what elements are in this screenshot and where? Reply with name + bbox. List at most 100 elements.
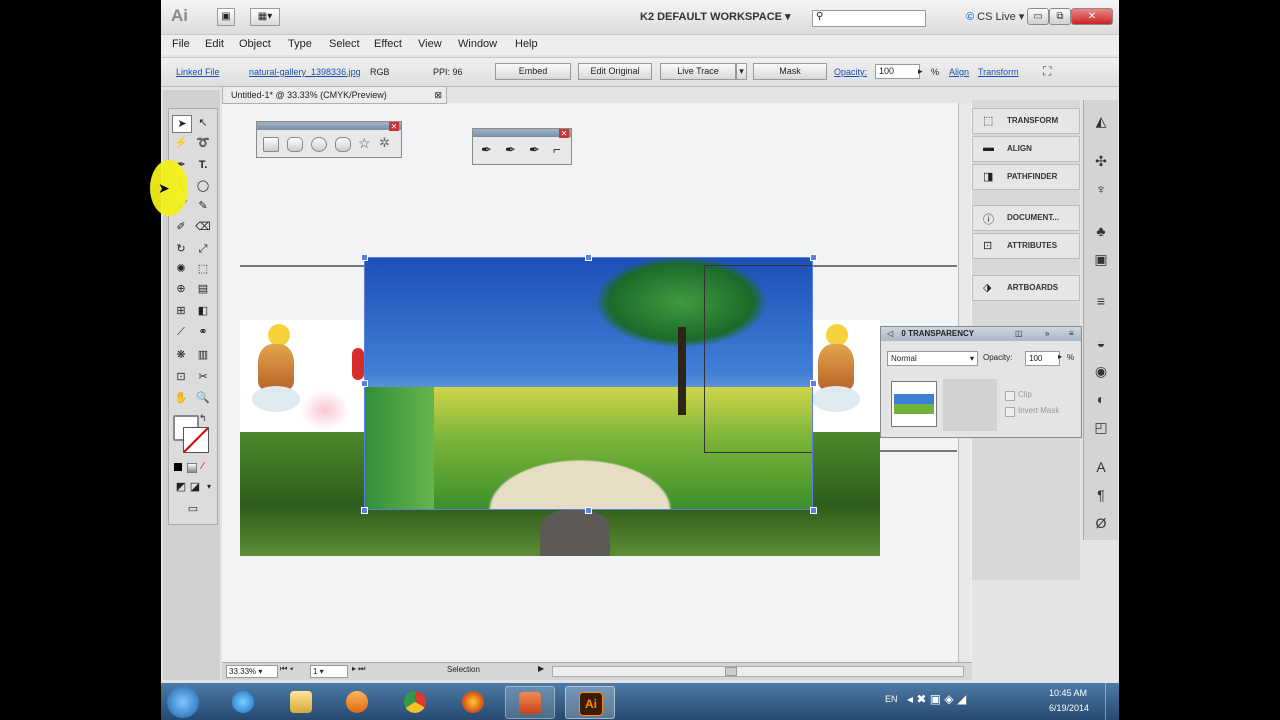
transparency-opacity-field[interactable]: 100	[1025, 351, 1060, 366]
status-menu-arrow[interactable]: ▶	[538, 664, 544, 673]
zoom-field[interactable]: 33.33% ▾	[226, 665, 278, 678]
blob-brush-tool-icon[interactable]: ✐	[172, 219, 190, 235]
ellipse-tool-icon-2[interactable]	[311, 137, 327, 152]
menu-window[interactable]: Window	[458, 38, 497, 50]
taskbar-chrome[interactable]	[391, 686, 439, 717]
live-trace-options-button[interactable]: ▾	[736, 63, 747, 80]
add-anchor-tool-icon[interactable]: ✒	[505, 142, 516, 158]
taskbar-powerpoint[interactable]	[505, 686, 555, 719]
workspace-switcher[interactable]: K2 DEFAULT WORKSPACE ▾	[640, 10, 791, 23]
color-guide-icon[interactable]: ◭	[1092, 112, 1110, 130]
hand-tool-icon[interactable]: ✋	[172, 390, 190, 406]
transform-link[interactable]: Transform	[978, 67, 1019, 77]
zoom-tool-icon[interactable]: 🔍	[194, 390, 212, 406]
blend-mode-select[interactable]: Normal ▾	[887, 351, 978, 366]
panel-menu-icon[interactable]: ≡	[1069, 327, 1074, 341]
lasso-tool-icon[interactable]: ➰	[194, 135, 212, 151]
tearoff-titlebar[interactable]	[257, 122, 401, 130]
handle-bottom-right[interactable]	[810, 507, 817, 514]
search-input[interactable]: ⚲	[812, 10, 926, 27]
start-button[interactable]	[167, 686, 199, 718]
menu-select[interactable]: Select	[329, 38, 360, 50]
rotate-tool-icon[interactable]: ↻	[172, 241, 190, 257]
flare-tool-icon[interactable]: ✲	[379, 135, 390, 151]
edit-original-button[interactable]: Edit Original	[578, 63, 652, 80]
menu-object[interactable]: Object	[239, 38, 271, 50]
stroke-swatch[interactable]	[183, 427, 209, 453]
swatches-icon[interactable]: ✣	[1092, 152, 1110, 170]
menu-effect[interactable]: Effect	[374, 38, 402, 50]
artboard-next-button[interactable]: ▸ ⏭	[352, 664, 365, 674]
taskbar-explorer[interactable]	[277, 686, 325, 717]
direct-selection-tool-icon[interactable]: ↖	[194, 115, 212, 131]
minimize-button[interactable]: ▭	[1027, 8, 1049, 25]
clock-time[interactable]: 10:45 AM	[1049, 688, 1087, 698]
blend-tool-icon[interactable]: ⚭	[194, 324, 212, 340]
status-readout[interactable]: Selection	[447, 665, 480, 674]
tray-icons[interactable]: ◂ ✖ ▣ ◈ ◢	[907, 692, 966, 706]
artboard-first-button[interactable]: ⏮ ◂	[280, 664, 293, 674]
opacity-link[interactable]: Opacity:	[834, 67, 867, 77]
scrollbar-thumb[interactable]	[725, 667, 737, 676]
opacity-stepper[interactable]: ▸	[918, 66, 923, 77]
isolate-icon[interactable]: ⛶	[1043, 64, 1051, 79]
menu-help[interactable]: Help	[515, 38, 538, 50]
artboard-tool-icon[interactable]: ⊡	[172, 369, 190, 385]
handle-middle-left[interactable]	[361, 380, 368, 387]
graphic-styles-icon[interactable]: ▣	[1092, 250, 1110, 268]
eyedropper-tool-icon[interactable]: ⟋	[172, 324, 190, 340]
handle-bottom-middle[interactable]	[585, 507, 592, 514]
taskbar-firefox[interactable]	[449, 686, 497, 717]
delete-anchor-tool-icon[interactable]: ✒	[529, 142, 540, 158]
tearoff-titlebar-2[interactable]	[473, 129, 571, 137]
appearance-icon[interactable]: ◉	[1092, 362, 1110, 380]
taskbar-ie[interactable]	[219, 686, 267, 717]
graph-tool-icon[interactable]: ▥	[194, 347, 212, 363]
file-name-link[interactable]: natural-gallery_1398336.jpg	[249, 67, 361, 77]
handle-top-middle[interactable]	[585, 254, 592, 261]
panel-attributes[interactable]: ⊡ ATTRIBUTES	[972, 233, 1080, 259]
clock-date[interactable]: 6/19/2014	[1049, 703, 1089, 713]
embed-button[interactable]: Embed	[495, 63, 571, 80]
eraser-tool-icon[interactable]: ⌫	[194, 219, 212, 235]
type-tool-icon[interactable]: T.	[194, 157, 212, 173]
align-link[interactable]: Align	[949, 67, 969, 77]
shape-builder-tool-icon[interactable]: ⊕	[172, 281, 190, 297]
taskbar-media-player[interactable]	[333, 686, 381, 717]
live-trace-button[interactable]: Live Trace	[660, 63, 736, 80]
linked-file-link[interactable]: Linked File	[176, 67, 220, 77]
gradient-icon[interactable]: ◒	[1092, 334, 1110, 352]
invert-mask-checkbox[interactable]	[1005, 407, 1015, 417]
menu-type[interactable]: Type	[288, 38, 312, 50]
clip-checkbox[interactable]	[1005, 391, 1015, 401]
close-document-icon[interactable]: ⊠	[434, 87, 442, 103]
selection-tool-icon[interactable]: ➤	[172, 115, 192, 133]
panel-artboards[interactable]: ⬗ ARTBOARDS	[972, 275, 1080, 301]
screen-mode-icon[interactable]: ▭	[184, 501, 202, 517]
show-desktop-button[interactable]	[1105, 683, 1120, 720]
panel-document-info[interactable]: ⓘ DOCUMENT...	[972, 205, 1080, 231]
maximize-button[interactable]: ⧉	[1049, 8, 1071, 25]
close-tearoff-icon[interactable]: ✕	[389, 122, 399, 131]
pen-tool-icon-2[interactable]: ✒	[481, 142, 492, 158]
transparency-tabbar[interactable]: ◁ 0 TRANSPARENCY ◫ » ≡	[881, 327, 1081, 341]
warp-tool-icon[interactable]: ✺	[172, 261, 190, 277]
layers-icon[interactable]: ◰	[1092, 418, 1110, 436]
swap-fill-stroke-icon[interactable]: ↰	[199, 413, 207, 424]
stroke-icon[interactable]: ≡	[1092, 292, 1110, 310]
menu-file[interactable]: File	[172, 38, 190, 50]
handle-middle-right[interactable]	[810, 380, 817, 387]
opacity-field[interactable]: 100	[875, 64, 920, 79]
artboard-page-field[interactable]: 1 ▾	[310, 665, 348, 678]
color-mode-icon[interactable]	[174, 463, 182, 471]
panel-pathfinder[interactable]: ◨ PATHFINDER	[972, 164, 1080, 190]
magic-wand-tool-icon[interactable]: ⚡	[172, 135, 190, 151]
symbol-sprayer-tool-icon[interactable]: ❋	[172, 347, 190, 363]
transparency-tab[interactable]: 0 TRANSPARENCY	[901, 329, 974, 338]
transparency-opacity-stepper[interactable]: ▸	[1058, 352, 1062, 361]
horizontal-scrollbar[interactable]	[552, 666, 964, 677]
cs-live-menu[interactable]: © CS Live ▾	[966, 10, 1024, 23]
menu-edit[interactable]: Edit	[205, 38, 224, 50]
perspective-grid-tool-icon[interactable]: ▤	[194, 281, 212, 297]
convert-anchor-tool-icon[interactable]: ⌐	[553, 142, 561, 157]
